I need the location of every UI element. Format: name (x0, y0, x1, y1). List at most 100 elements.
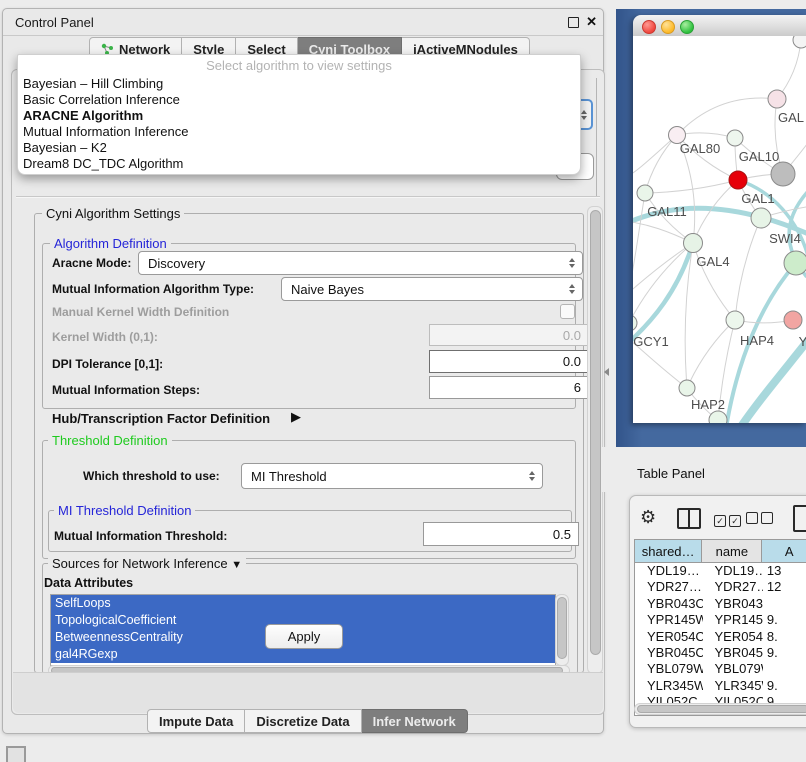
table-row[interactable]: YBR045CYBR045C9. (635, 645, 806, 661)
tab-infer-network-label: Infer Network (373, 714, 456, 729)
table-row[interactable]: YPR145WYPR145W9. (635, 612, 806, 628)
algorithm-option[interactable]: Mutual Information Inference (18, 124, 580, 140)
table-row[interactable]: YBR043CYBR043C (635, 596, 806, 612)
aracne-mode-select[interactable]: Discovery (138, 251, 583, 275)
mi-type-select[interactable]: Naive Bayes (281, 277, 583, 301)
algorithm-dropdown-placeholder: Select algorithm to view settings (18, 55, 580, 76)
which-threshold-select[interactable]: MI Threshold (241, 463, 543, 489)
hub-expand-arrow-icon[interactable]: ▶ (291, 409, 301, 425)
apply-button[interactable]: Apply (265, 624, 343, 649)
network-node-label: HAP4 (740, 333, 774, 348)
network-node-gal10[interactable] (727, 130, 743, 146)
network-node-gal4[interactable] (684, 234, 703, 253)
deselect-all-rows-icon[interactable] (746, 511, 776, 529)
close-icon[interactable]: ✕ (586, 14, 597, 30)
manual-kernel-checkbox[interactable] (560, 304, 575, 319)
manual-kernel-label: Manual Kernel Width Definition (52, 305, 229, 319)
network-node-gal[interactable] (768, 90, 786, 108)
network-node-hap4[interactable] (726, 311, 744, 329)
algorithm-option[interactable]: ARACNE Algorithm (18, 108, 580, 124)
algorithm-option[interactable]: Basic Correlation Inference (18, 92, 580, 108)
divider (16, 197, 600, 198)
aracne-mode-value: Discovery (148, 256, 205, 271)
data-attribute-item[interactable]: SelfLoops (51, 595, 555, 612)
app-root: Control Panel ✕ Network Style Select Cyn… (0, 0, 806, 762)
network-node-label: GAL4 (696, 254, 729, 269)
stepper-arrows-icon (569, 258, 575, 268)
table-cell: YBL079W (703, 661, 763, 677)
algorithm-dropdown-list: Bayesian – Hill ClimbingBasic Correlatio… (18, 76, 580, 172)
float-panel-icon[interactable] (568, 17, 579, 28)
table-cell (763, 596, 806, 612)
select-all-rows-icon[interactable]: ✓✓ (714, 511, 744, 529)
control-panel-title: Control Panel (15, 15, 94, 30)
table-row[interactable]: YER054CYER054C8. (635, 629, 806, 645)
table-panel-window: ⚙ ✓✓ shared…nameA YDL19…YDL19…13YDR27…YD… (629, 495, 806, 728)
cyni-algorithm-settings-title: Cyni Algorithm Settings (42, 206, 184, 221)
dpi-tolerance-label: DPI Tolerance [0,1]: (52, 357, 163, 371)
table-column-header[interactable]: shared… (635, 540, 702, 562)
network-node[interactable] (793, 36, 806, 48)
docked-panel-icon[interactable] (6, 746, 26, 762)
tab-discretize-data[interactable]: Discretize Data (245, 709, 361, 733)
control-panel-titlebar: Control Panel ✕ (3, 9, 603, 36)
settings-gear-icon[interactable]: ⚙ (640, 507, 656, 528)
network-node-hap2[interactable] (679, 380, 695, 396)
mi-threshold-value: 0.5 (553, 527, 571, 542)
network-canvas[interactable]: GALGAL80GAL10GAL1GAL11SWI4GAL4GCY1HAP4YH… (633, 36, 806, 423)
mi-steps-field[interactable]: 6 (429, 376, 589, 399)
network-node[interactable] (771, 162, 795, 186)
table-row[interactable]: YDR27…YDR27…12 (635, 579, 806, 595)
network-node-swi4[interactable] (751, 208, 771, 228)
algorithm-option[interactable]: Bayesian – Hill Climbing (18, 76, 580, 92)
network-edge (735, 218, 761, 320)
table-row[interactable]: YDL19…YDL19…13 (635, 563, 806, 579)
export-table-icon[interactable] (793, 505, 806, 532)
algorithm-option[interactable]: Bayesian – K2 (18, 140, 580, 156)
network-node-label: GAL80 (680, 141, 720, 156)
network-node-y[interactable] (784, 311, 802, 329)
settings-vscrollbar[interactable] (587, 206, 603, 674)
sources-group-title: Sources for Network Inference ▼ (48, 556, 246, 571)
table-body: YDL19…YDL19…13YDR27…YDR27…12YBR043CYBR04… (635, 563, 806, 711)
table-column-header[interactable]: A (762, 540, 806, 562)
mi-threshold-label: Mutual Information Threshold: (54, 529, 227, 543)
table-cell: 9. (763, 678, 806, 694)
network-window-titlebar[interactable] (633, 15, 806, 37)
network-node-gal1[interactable] (729, 171, 747, 189)
table-column-header[interactable]: name (702, 540, 762, 562)
network-node-label: GAL10 (739, 149, 779, 164)
table-hscrollbar[interactable] (634, 703, 806, 714)
table-header-row: shared…nameA (635, 540, 806, 563)
close-traffic-light-icon[interactable] (642, 20, 656, 34)
table-panel-title: Table Panel (637, 466, 705, 481)
table-row[interactable]: YBL079WYBL079W (635, 661, 806, 677)
column-layout-icon[interactable] (677, 508, 701, 529)
table-cell: YLR345W (703, 678, 763, 694)
table-cell: YPR145W (703, 612, 763, 628)
algorithm-definition-title: Algorithm Definition (50, 236, 171, 251)
kernel-width-field: 0.0 (429, 324, 589, 346)
sources-title-text: Sources for Network Inference (52, 556, 228, 571)
attributes-vscrollbar[interactable] (555, 594, 569, 666)
table-cell: YLR345W (635, 678, 703, 694)
mi-threshold-field[interactable]: 0.5 (423, 522, 579, 546)
tab-impute-data[interactable]: Impute Data (147, 709, 245, 733)
which-threshold-label: Which threshold to use: (83, 469, 220, 483)
table-row[interactable]: YLR345WYLR345W9. (635, 678, 806, 694)
algorithm-dropdown-popup: Select algorithm to view settings Bayesi… (17, 54, 581, 175)
mi-type-value: Naive Bayes (291, 282, 364, 297)
tab-infer-network[interactable]: Infer Network (362, 709, 468, 733)
zoom-traffic-light-icon[interactable] (680, 20, 694, 34)
network-node-gal11[interactable] (637, 185, 653, 201)
sources-collapse-arrow-icon[interactable]: ▼ (231, 559, 242, 571)
network-node[interactable] (784, 251, 806, 275)
algorithm-option[interactable]: Dream8 DC_TDC Algorithm (18, 156, 580, 172)
network-node[interactable] (709, 411, 727, 423)
network-view-window: GALGAL80GAL10GAL1GAL11SWI4GAL4GCY1HAP4YH… (633, 15, 806, 423)
dpi-tolerance-field[interactable]: 0.0 (429, 350, 589, 373)
network-node-label: GAL11 (647, 204, 687, 219)
network-node-gcy1[interactable] (633, 315, 637, 331)
splitter-collapse-icon[interactable] (604, 368, 609, 376)
minimize-traffic-light-icon[interactable] (661, 20, 675, 34)
